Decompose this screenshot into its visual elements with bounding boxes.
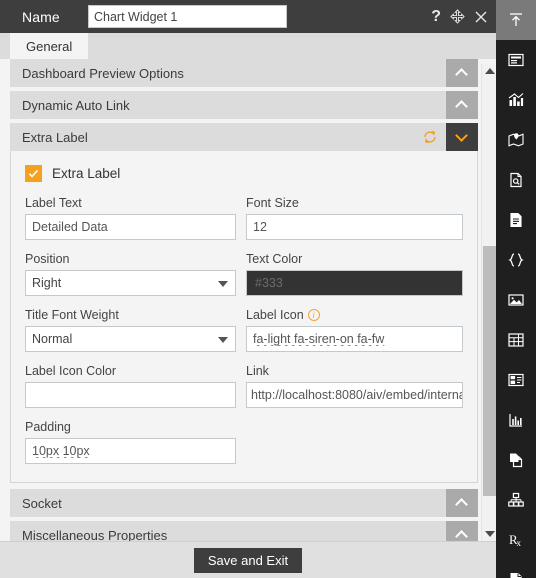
collapse-up-icon[interactable] <box>496 0 536 40</box>
title-font-weight-select[interactable]: Normal <box>25 326 236 352</box>
tab-strip: General <box>0 33 496 59</box>
position-select-wrap: Right <box>25 270 236 296</box>
report-document-icon[interactable] <box>496 560 536 578</box>
section-header-misc[interactable]: Miscellaneous Properties <box>10 521 478 541</box>
collapse-toggle-dashboard-preview[interactable] <box>446 59 478 87</box>
section-title-socket: Socket <box>22 495 62 511</box>
field-padding: Padding <box>25 420 236 464</box>
extra-label-checkbox-label: Extra Label <box>52 166 121 181</box>
dashboard-panel-icon[interactable] <box>496 40 536 80</box>
section-title-dynamic-auto-link: Dynamic Auto Link <box>22 97 130 113</box>
field-column-left: Label Text Position Right <box>25 196 236 464</box>
field-padding-caption: Padding <box>25 420 71 434</box>
dialog-footer: Save and Exit <box>0 541 496 578</box>
widget-name-input[interactable] <box>88 5 287 28</box>
field-label-text-caption: Label Text <box>25 196 82 210</box>
copy-pages-icon[interactable] <box>496 440 536 480</box>
tab-general[interactable]: General <box>10 33 89 59</box>
link-value: http://localhost:8080/aiv/embed/interna <box>251 388 463 402</box>
close-icon[interactable] <box>474 10 488 24</box>
code-braces-icon[interactable] <box>496 240 536 280</box>
chevron-up-icon <box>457 68 468 79</box>
chevron-up-icon <box>457 530 468 541</box>
media-panel-icon[interactable] <box>496 360 536 400</box>
field-link-caption: Link <box>246 364 269 378</box>
field-position: Position Right <box>25 252 236 296</box>
field-text-color-caption: Text Color <box>246 252 303 266</box>
sparkline-icon[interactable] <box>496 400 536 440</box>
svg-text:x: x <box>517 538 522 548</box>
text-color-swatch[interactable]: #333 <box>246 270 463 296</box>
collapse-toggle-socket[interactable] <box>446 489 478 517</box>
widget-properties-dialog: Name ? General Dashboard Prev <box>0 0 536 578</box>
name-label: Name <box>22 8 60 25</box>
title-font-weight-select-wrap: Normal <box>25 326 236 352</box>
tab-general-label: General <box>26 38 73 54</box>
section-header-socket[interactable]: Socket <box>10 489 478 517</box>
field-text-color: Text Color #333 <box>246 252 463 296</box>
label-icon-input[interactable] <box>246 326 463 352</box>
chart-bars-icon[interactable] <box>496 80 536 120</box>
map-pin-icon[interactable] <box>496 120 536 160</box>
triangle-down-icon <box>484 531 495 537</box>
widget-type-rail: R x <box>496 0 536 578</box>
chevron-down-icon <box>457 132 468 143</box>
properties-panel-content: Dashboard Preview Options Dynamic Auto L… <box>10 59 478 541</box>
field-label-icon-text: Label Icon <box>246 308 304 322</box>
collapse-toggle-dynamic-auto-link[interactable] <box>446 91 478 119</box>
text-color-value: #333 <box>255 276 283 290</box>
move-arrows-icon[interactable] <box>450 9 465 24</box>
image-icon[interactable] <box>496 280 536 320</box>
chevron-up-icon <box>457 100 468 111</box>
collapse-toggle-extra-label[interactable] <box>446 123 478 151</box>
field-label-icon-color-caption: Label Icon Color <box>25 364 117 378</box>
field-position-caption: Position <box>25 252 70 266</box>
position-select[interactable]: Right <box>25 270 236 296</box>
scroll-up-arrow[interactable] <box>482 64 497 78</box>
field-title-font-weight-caption: Title Font Weight <box>25 308 119 322</box>
help-icon[interactable]: ? <box>431 8 441 25</box>
field-column-right: Font Size Text Color #333 Label Icon <box>246 196 463 464</box>
extra-label-checkbox-row: Extra Label <box>25 165 463 182</box>
hierarchy-tree-icon[interactable] <box>496 480 536 520</box>
extra-label-field-grid: Label Text Position Right <box>25 196 463 464</box>
section-header-dynamic-auto-link[interactable]: Dynamic Auto Link <box>10 91 478 119</box>
extra-label-body: Extra Label Label Text Position <box>10 151 478 483</box>
document-lines-icon[interactable] <box>496 200 536 240</box>
properties-panel: Dashboard Preview Options Dynamic Auto L… <box>0 59 496 541</box>
panel-scrollbar[interactable] <box>481 64 496 541</box>
titlebar-actions: ? <box>431 0 488 33</box>
field-label-icon: Label Icon i <box>246 308 463 352</box>
section-title-extra-label: Extra Label <box>22 129 88 145</box>
collapse-toggle-misc[interactable] <box>446 521 478 541</box>
label-icon-color-input[interactable] <box>25 382 236 408</box>
section-header-extra-label[interactable]: Extra Label <box>10 123 478 151</box>
font-size-input[interactable] <box>246 214 463 240</box>
field-title-font-weight: Title Font Weight Normal <box>25 308 236 352</box>
field-font-size: Font Size <box>246 196 463 240</box>
triangle-up-icon <box>484 68 495 74</box>
field-link: Link http://localhost:8080/aiv/embed/int… <box>246 364 463 408</box>
section-header-dashboard-preview[interactable]: Dashboard Preview Options <box>10 59 478 87</box>
scrollbar-thumb[interactable] <box>483 246 496 496</box>
field-label-icon-caption: Label Icon i <box>246 308 463 322</box>
save-and-exit-button[interactable]: Save and Exit <box>193 547 303 573</box>
refresh-icon[interactable] <box>422 129 438 145</box>
extra-label-checkbox[interactable] <box>25 165 42 182</box>
section-title-misc: Miscellaneous Properties <box>22 527 168 542</box>
label-text-input[interactable] <box>25 214 236 240</box>
dialog-titlebar: Name ? <box>0 0 496 33</box>
document-search-icon[interactable] <box>496 160 536 200</box>
field-label-text: Label Text <box>25 196 236 240</box>
field-label-icon-color: Label Icon Color <box>25 364 236 408</box>
grid-table-icon[interactable] <box>496 320 536 360</box>
link-input[interactable]: http://localhost:8080/aiv/embed/interna <box>246 382 463 408</box>
scroll-down-arrow[interactable] <box>482 527 497 541</box>
padding-input[interactable] <box>25 438 236 464</box>
chevron-up-icon <box>457 498 468 509</box>
section-title-dashboard-preview: Dashboard Preview Options <box>22 65 184 81</box>
field-font-size-caption: Font Size <box>246 196 299 210</box>
prescription-rx-icon[interactable]: R x <box>496 520 536 560</box>
info-icon[interactable]: i <box>307 309 320 321</box>
